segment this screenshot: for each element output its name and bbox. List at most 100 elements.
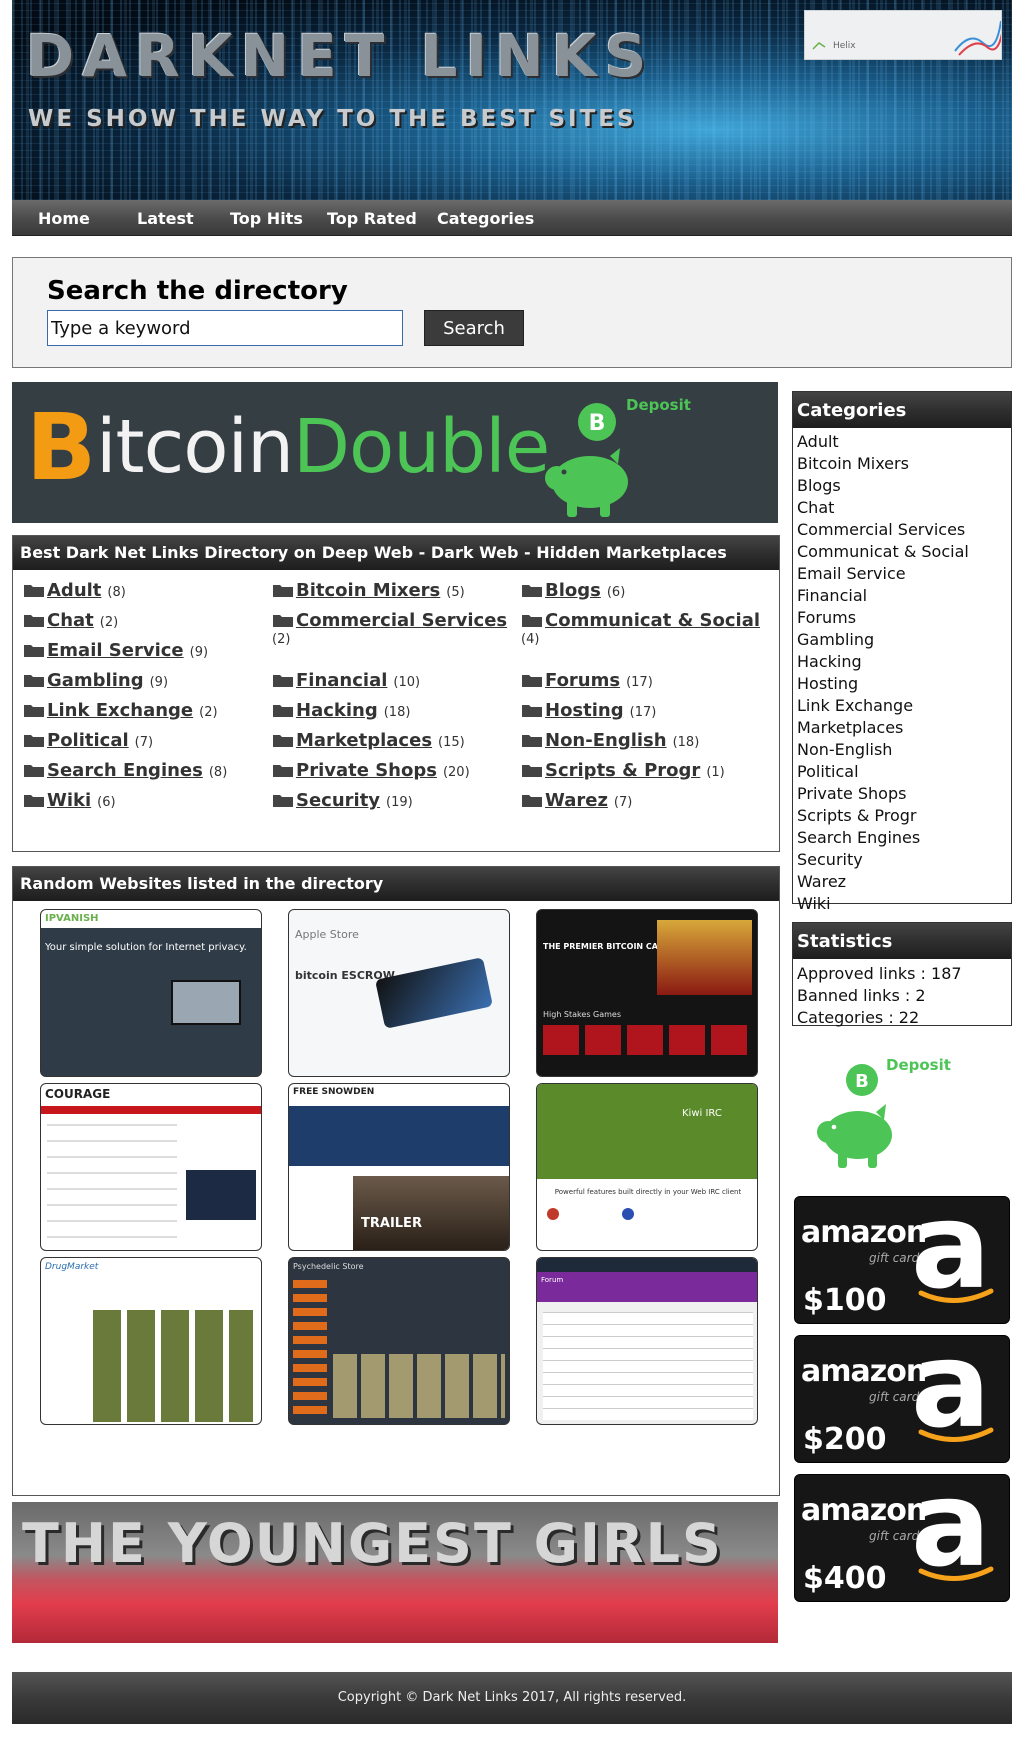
- nav-latest[interactable]: Latest: [137, 200, 194, 236]
- site-thumbnail-drugmarket[interactable]: DrugMarket: [40, 1257, 262, 1425]
- dir-count: (10): [393, 675, 421, 690]
- sidebar-category-search-engines[interactable]: Search Engines: [797, 827, 1011, 849]
- dir-link-political[interactable]: Political: [47, 730, 129, 751]
- thumb-topbar: [537, 1258, 757, 1272]
- dir-link-communicat-social[interactable]: Communicat & Social: [545, 610, 760, 631]
- directory-title: Best Dark Net Links Directory on Deep We…: [13, 536, 779, 570]
- site-thumbnail-apple-store[interactable]: Apple Store bitcoin ESCROW: [288, 909, 510, 1077]
- folder-icon: [23, 642, 45, 658]
- sidebar-category-non-english[interactable]: Non-English: [797, 739, 1011, 761]
- dir-link-scripts-progr[interactable]: Scripts & Progr: [545, 760, 700, 781]
- gift-card-price: $100: [803, 1283, 887, 1318]
- dir-item-wiki: Wiki (6): [23, 790, 271, 811]
- dir-count: (18): [672, 735, 700, 750]
- site-thumbnail-forum[interactable]: Forum: [536, 1257, 758, 1425]
- site-thumbnail-kiwi-irc[interactable]: Kiwi IRC Powerful features built directl…: [536, 1083, 758, 1251]
- sidebar-category-scripts-progr[interactable]: Scripts & Progr: [797, 805, 1011, 827]
- sidebar-category-hacking[interactable]: Hacking: [797, 651, 1011, 673]
- site-thumbnail-psychedelic-store[interactable]: Psychedelic Store: [288, 1257, 510, 1425]
- dir-link-search-engines[interactable]: Search Engines: [47, 760, 203, 781]
- svg-text:B: B: [589, 411, 606, 436]
- sidebar-category-hosting[interactable]: Hosting: [797, 673, 1011, 695]
- banner-girls-text: THE YOUNGEST GIRLS: [22, 1512, 723, 1575]
- nav-home[interactable]: Home: [38, 200, 90, 236]
- sidebar-category-security[interactable]: Security: [797, 849, 1011, 871]
- site-thumbnail-bitcoin-casino[interactable]: THE PREMIER BITCOIN CASINO High Stakes G…: [536, 909, 758, 1077]
- sidebar-category-bitcoin-mixers[interactable]: Bitcoin Mixers: [797, 453, 1011, 475]
- dir-count: (19): [386, 795, 413, 810]
- dir-link-non-english[interactable]: Non-English: [545, 730, 667, 751]
- dir-link-commercial-services[interactable]: Commercial Services: [296, 610, 507, 631]
- stat-banned-links: Banned links : 2: [797, 986, 926, 1005]
- sidebar-category-commercial-services[interactable]: Commercial Services: [797, 519, 1011, 541]
- dir-count: (2): [272, 632, 291, 647]
- thumb-games: [543, 1025, 751, 1055]
- dir-item-warez: Warez (7): [521, 790, 769, 811]
- sidebar-category-blogs[interactable]: Blogs: [797, 475, 1011, 497]
- dir-count: (8): [107, 585, 126, 600]
- folder-icon: [521, 672, 543, 688]
- nav-categories[interactable]: Categories: [437, 200, 534, 236]
- sidebar-category-financial[interactable]: Financial: [797, 585, 1011, 607]
- dir-item-adult: Adult (8): [23, 580, 271, 601]
- search-input[interactable]: [47, 310, 403, 346]
- dir-link-hacking[interactable]: Hacking: [296, 700, 378, 721]
- dir-link-email-service[interactable]: Email Service: [47, 640, 184, 661]
- dir-link-adult[interactable]: Adult: [47, 580, 101, 601]
- youngest-girls-banner[interactable]: THE YOUNGEST GIRLS: [12, 1502, 778, 1643]
- site-thumbnail-courage[interactable]: COURAGE: [40, 1083, 262, 1251]
- nav-top-rated[interactable]: Top Rated: [327, 200, 417, 236]
- sidebar-category-communicat-social[interactable]: Communicat & Social: [797, 541, 1011, 563]
- folder-icon: [272, 762, 294, 778]
- dir-link-marketplaces[interactable]: Marketplaces: [296, 730, 432, 751]
- gift-card-price: $400: [803, 1561, 887, 1596]
- sidebar-category-chat[interactable]: Chat: [797, 497, 1011, 519]
- dir-link-blogs[interactable]: Blogs: [545, 580, 601, 601]
- sidebar-category-political[interactable]: Political: [797, 761, 1011, 783]
- bitcoin-double-banner[interactable]: B itcoin Double Deposit B: [12, 382, 778, 523]
- sidebar-category-link-exchange[interactable]: Link Exchange: [797, 695, 1011, 717]
- sidebar-category-gambling[interactable]: Gambling: [797, 629, 1011, 651]
- folder-icon: [521, 762, 543, 778]
- amazon-gift-card-100[interactable]: amazon gift card a $100: [794, 1196, 1010, 1324]
- sidebar-category-warez[interactable]: Warez: [797, 871, 1011, 893]
- dir-link-warez[interactable]: Warez: [545, 790, 608, 811]
- directory-grid: Adult (8) Chat (2) Email Service (9) Gambli…: [13, 570, 779, 850]
- dir-item-bitcoin-mixers: Bitcoin Mixers (5): [272, 580, 520, 601]
- site-thumbnail-free-snowden[interactable]: FREE SNOWDEN TRAILER: [288, 1083, 510, 1251]
- thumb-hero: Kiwi IRC: [537, 1084, 757, 1179]
- dir-link-hosting[interactable]: Hosting: [545, 700, 624, 721]
- site-thumbnail-ipvanish[interactable]: IPVANISH Your simple solution for Intern…: [40, 909, 262, 1077]
- header-ad[interactable]: Helix: [804, 10, 1002, 60]
- deposit-ad[interactable]: Deposit B: [800, 1050, 1000, 1175]
- sidebar-category-marketplaces[interactable]: Marketplaces: [797, 717, 1011, 739]
- sidebar-category-wiki[interactable]: Wiki: [797, 893, 1011, 915]
- thumb-label: DrugMarket: [45, 1262, 99, 1272]
- folder-icon: [272, 672, 294, 688]
- nav-top-hits[interactable]: Top Hits: [230, 200, 303, 236]
- sidebar-category-private-shops[interactable]: Private Shops: [797, 783, 1011, 805]
- dir-link-link-exchange[interactable]: Link Exchange: [47, 700, 193, 721]
- amazon-gift-card-200[interactable]: amazon gift card a $200: [794, 1335, 1010, 1463]
- sidebar-category-forums[interactable]: Forums: [797, 607, 1011, 629]
- sidebar-category-email-service[interactable]: Email Service: [797, 563, 1011, 585]
- folder-icon: [272, 792, 294, 808]
- categories-list: Adult Bitcoin Mixers Blogs Chat Commerci…: [793, 428, 1011, 917]
- dir-link-security[interactable]: Security: [296, 790, 380, 811]
- dir-item-blogs: Blogs (6): [521, 580, 769, 601]
- statistics-title: Statistics: [793, 923, 1011, 959]
- statistics-list: Approved links : 187 Banned links : 2 Ca…: [793, 959, 1011, 1031]
- search-button[interactable]: Search: [424, 310, 524, 346]
- dir-link-bitcoin-mixers[interactable]: Bitcoin Mixers: [296, 580, 440, 601]
- dir-link-financial[interactable]: Financial: [296, 670, 387, 691]
- dir-link-wiki[interactable]: Wiki: [47, 790, 91, 811]
- dir-count: (7): [613, 795, 633, 810]
- dir-link-private-shops[interactable]: Private Shops: [296, 760, 437, 781]
- amazon-gift-card-400[interactable]: amazon gift card a $400: [794, 1474, 1010, 1602]
- site-title[interactable]: DARKNET LINKS: [26, 22, 654, 90]
- site-footer: Copyright © Dark Net Links 2017, All rig…: [12, 1672, 1012, 1724]
- dir-link-chat[interactable]: Chat: [47, 610, 94, 631]
- dir-link-gambling[interactable]: Gambling: [47, 670, 144, 691]
- dir-link-forums[interactable]: Forums: [545, 670, 620, 691]
- sidebar-category-adult[interactable]: Adult: [797, 431, 1011, 453]
